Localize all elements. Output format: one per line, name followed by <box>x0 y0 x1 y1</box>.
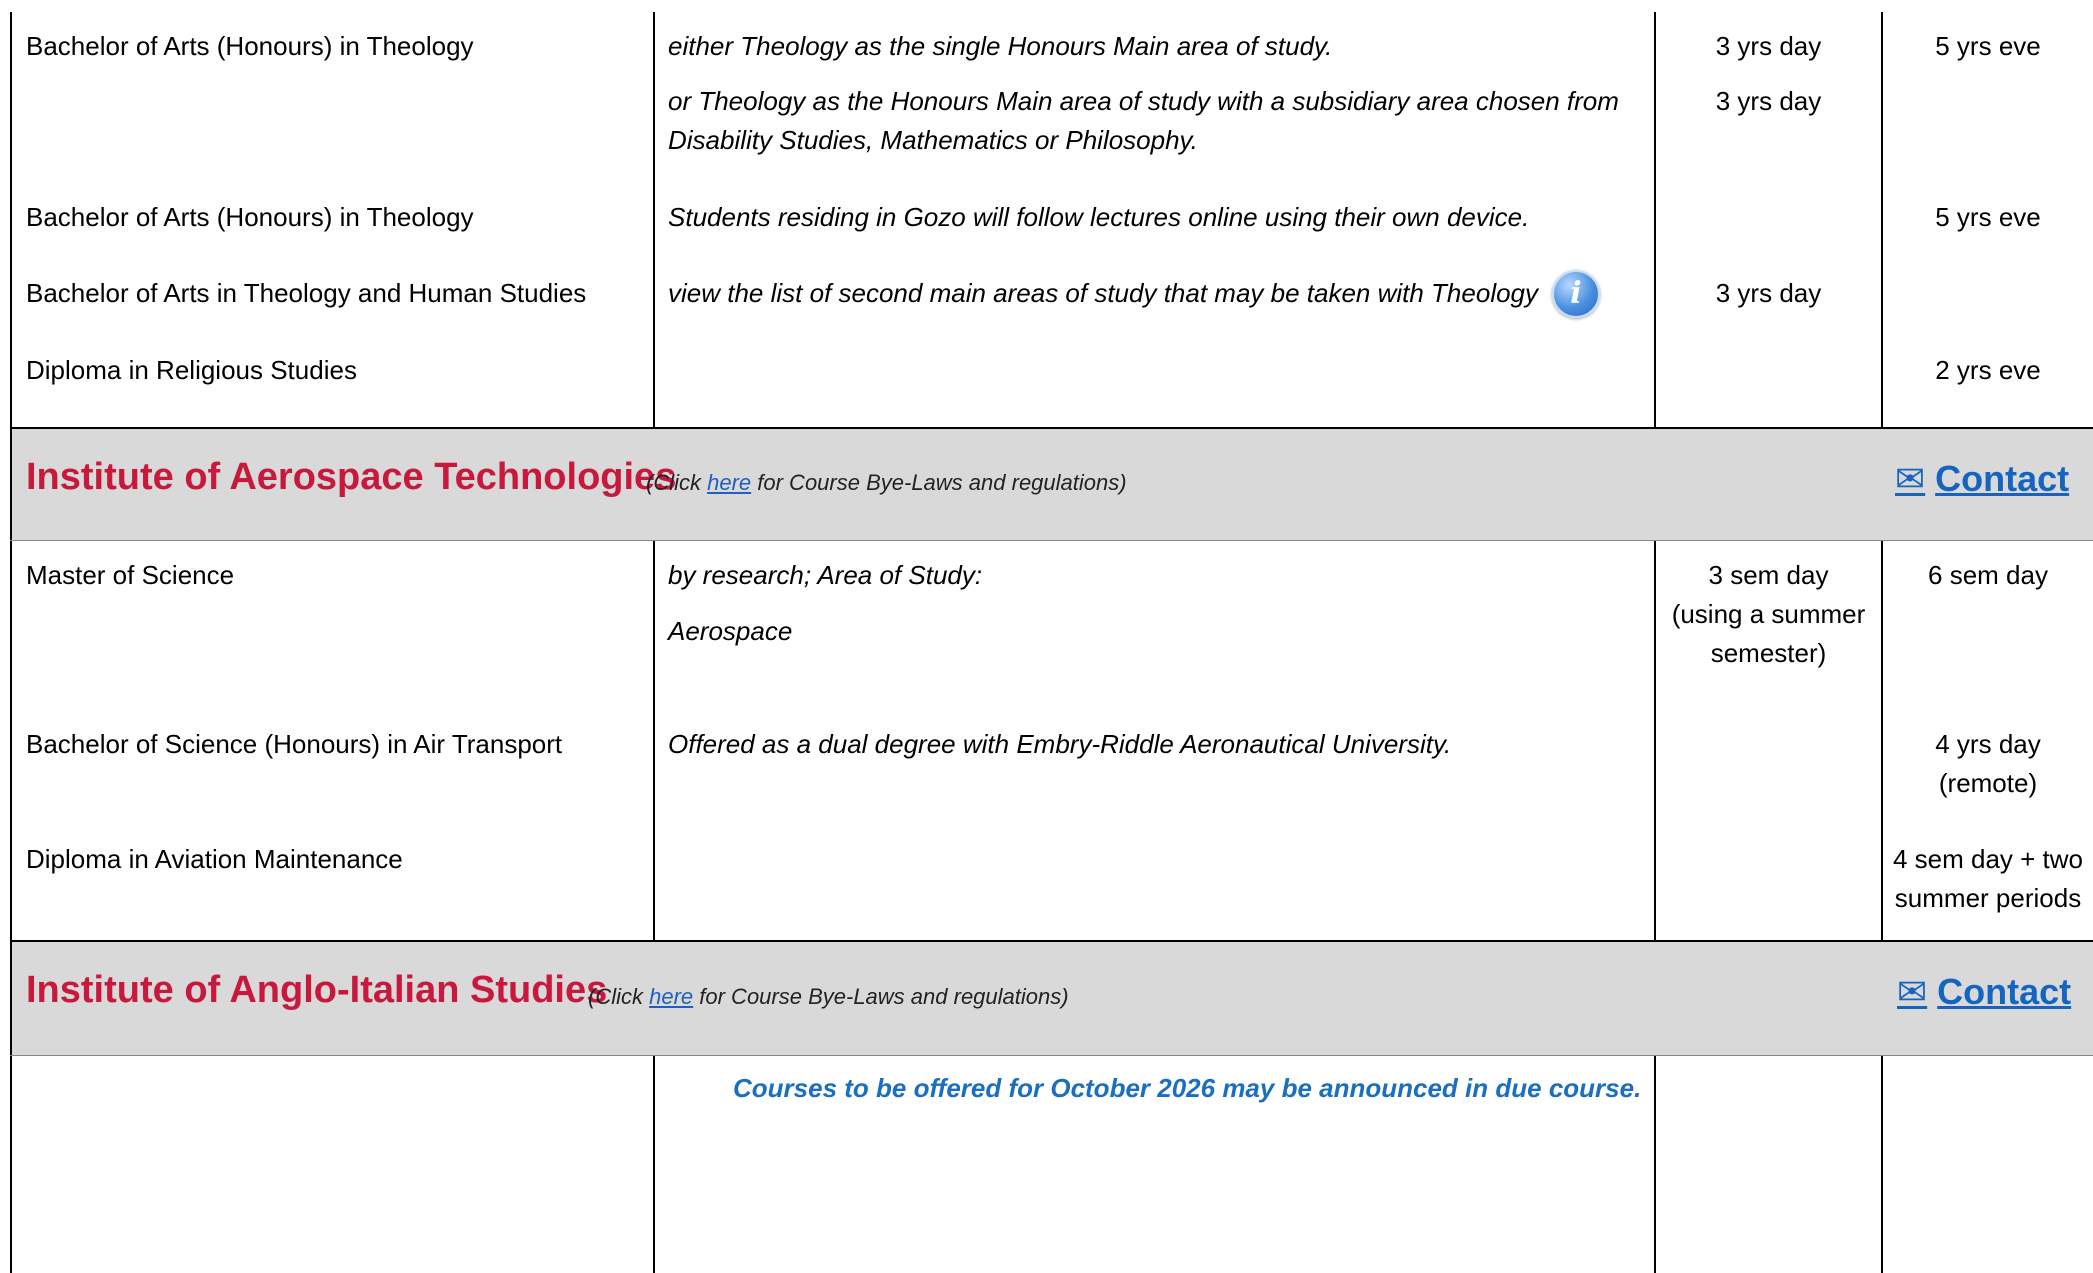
institute-title: Institute of Anglo-Italian Studies <box>26 969 608 1011</box>
section-border <box>10 940 2093 942</box>
column-divider <box>1654 12 1656 429</box>
part-time-duration: 4 yrs day <box>1935 729 2041 759</box>
course-note: Aerospace <box>668 616 793 646</box>
bye-laws-note-prefix: (Click <box>588 984 650 1009</box>
bye-laws-link[interactable]: here <box>649 984 693 1009</box>
bye-laws-note-prefix: (Click <box>646 470 708 495</box>
column-divider <box>653 12 655 429</box>
course-name: Bachelor of Science (Honours) in Air Tra… <box>26 729 563 759</box>
section-border <box>10 1055 2093 1056</box>
column-divider <box>1881 1056 1883 1273</box>
full-time-duration: (using a summer <box>1671 599 1866 629</box>
full-time-duration: semester) <box>1710 638 1827 668</box>
courses-table: Bachelor of Arts (Honours) in Theology e… <box>10 12 2093 1273</box>
part-time-duration: summer periods <box>1894 883 2082 913</box>
part-time-duration: 4 sem day + two <box>1892 844 2084 874</box>
full-time-duration: 3 yrs day <box>1715 278 1822 308</box>
full-time-duration: 3 yrs day <box>1715 86 1822 116</box>
info-icon[interactable]: i <box>1552 270 1600 318</box>
course-name: Diploma in Aviation Maintenance <box>26 844 403 874</box>
bye-laws-note-suffix: for Course Bye-Laws and regulations) <box>693 984 1069 1009</box>
column-divider <box>653 541 655 942</box>
course-name: Bachelor of Arts in Theology and Human S… <box>26 278 587 308</box>
course-note: either Theology as the single Honours Ma… <box>668 31 1333 61</box>
contact-link[interactable]: ✉ Contact <box>1897 971 2071 1013</box>
column-divider <box>1654 1056 1656 1273</box>
announcement-text: Courses to be offered for October 2026 m… <box>733 1073 1642 1103</box>
course-note: Disability Studies, Mathematics or Philo… <box>668 125 1198 155</box>
course-note: by research; Area of Study: <box>668 560 983 590</box>
envelope-icon: ✉ <box>1895 458 1926 499</box>
course-note: view the list of second main areas of st… <box>668 278 1539 308</box>
contact-link[interactable]: ✉ Contact <box>1895 458 2069 500</box>
course-note: Offered as a dual degree with Embry-Ridd… <box>668 729 1452 759</box>
course-name: Bachelor of Arts (Honours) in Theology <box>26 31 474 61</box>
part-time-duration: 6 sem day <box>1928 560 2048 590</box>
bye-laws-link[interactable]: here <box>707 470 751 495</box>
table-left-border <box>10 12 12 1273</box>
full-time-duration: 3 yrs day <box>1715 31 1822 61</box>
bye-laws-note: (Click here for Course Bye-Laws and regu… <box>646 470 1127 496</box>
contact-label: Contact <box>1935 458 2070 499</box>
column-divider <box>653 1056 655 1273</box>
bye-laws-note-suffix: for Course Bye-Laws and regulations) <box>751 470 1127 495</box>
section-border <box>10 427 2093 429</box>
section-border <box>10 540 2093 541</box>
course-name: Diploma in Religious Studies <box>26 355 357 385</box>
part-time-duration: (remote) <box>1938 768 2038 798</box>
full-time-duration: 3 sem day <box>1708 560 1829 590</box>
course-name: Bachelor of Arts (Honours) in Theology <box>26 202 474 232</box>
envelope-icon: ✉ <box>1897 971 1928 1012</box>
bye-laws-note: (Click here for Course Bye-Laws and regu… <box>588 984 1069 1010</box>
course-note: or Theology as the Honours Main area of … <box>668 86 1619 116</box>
part-time-duration: 5 yrs eve <box>1935 202 2041 232</box>
part-time-duration: 2 yrs eve <box>1935 355 2041 385</box>
institute-title: Institute of Aerospace Technologies <box>26 456 677 498</box>
course-name: Master of Science <box>26 560 235 590</box>
course-note: Students residing in Gozo will follow le… <box>668 202 1530 232</box>
part-time-duration: 5 yrs eve <box>1935 31 2041 61</box>
contact-label: Contact <box>1937 971 2072 1012</box>
